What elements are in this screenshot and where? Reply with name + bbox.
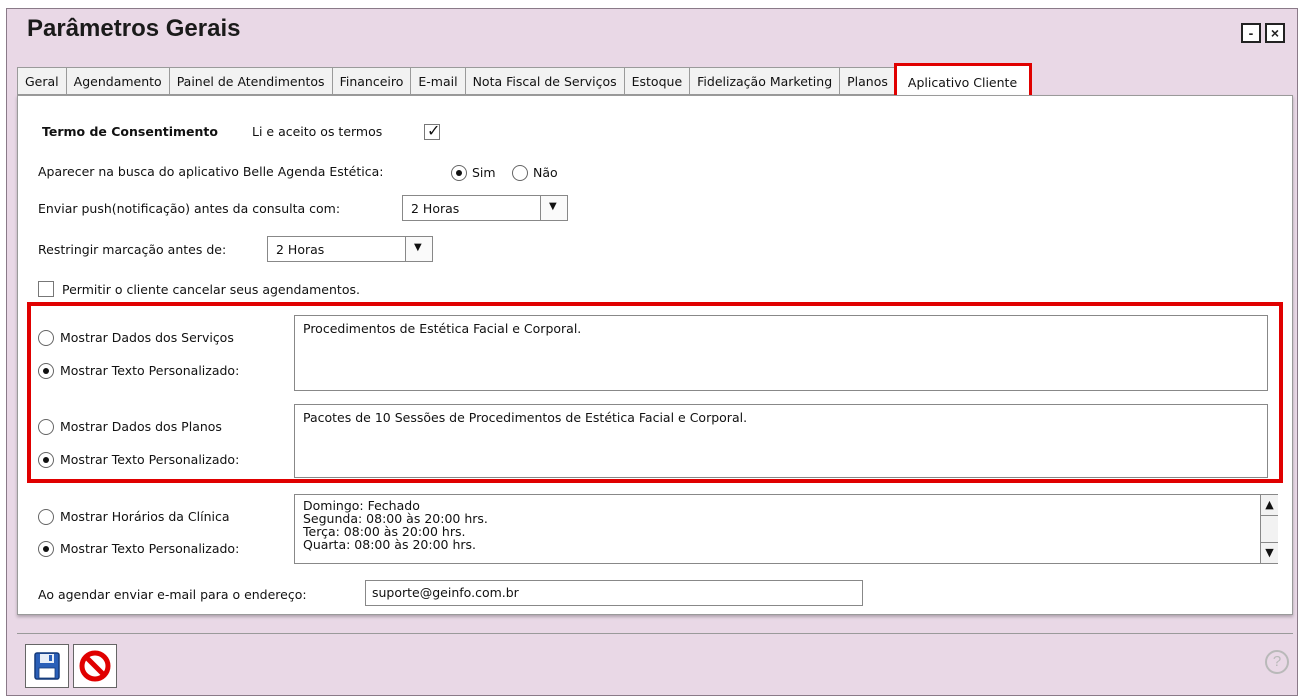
plans-custom-label: Mostrar Texto Personalizado: — [60, 452, 240, 467]
tab-geral[interactable]: Geral — [17, 67, 67, 95]
tab-aplicativo-cliente[interactable]: Aplicativo Cliente — [893, 63, 1033, 98]
window-title: Parâmetros Gerais — [27, 15, 241, 42]
parametros-gerais-window: Parâmetros Gerais - × Geral Agendamento … — [6, 8, 1298, 696]
consent-label: Li e aceito os termos — [252, 124, 383, 139]
search-visibility-label: Aparecer na busca do aplicativo Belle Ag… — [38, 164, 384, 179]
title-bar: Parâmetros Gerais - × — [7, 9, 1297, 49]
tab-nota-fiscal[interactable]: Nota Fiscal de Serviços — [465, 67, 625, 95]
scroll-up-icon[interactable]: ▲ — [1261, 495, 1278, 516]
services-custom-radio[interactable] — [38, 363, 54, 379]
tab-painel-atendimentos[interactable]: Painel de Atendimentos — [169, 67, 333, 95]
floppy-disk-icon — [34, 652, 60, 680]
services-custom-label: Mostrar Texto Personalizado: — [60, 363, 240, 378]
search-visibility-yes-radio[interactable] — [451, 165, 467, 181]
scroll-down-icon[interactable]: ▼ — [1261, 542, 1278, 563]
chevron-down-icon: ▼ — [549, 201, 557, 212]
cancel-button[interactable] — [73, 644, 117, 688]
close-button[interactable]: × — [1265, 23, 1285, 43]
minimize-button[interactable]: - — [1241, 23, 1261, 43]
bottom-toolbar: ? — [17, 633, 1293, 689]
aplicativo-cliente-panel: Termo de Consentimento Li e aceito os te… — [17, 95, 1293, 615]
consent-checkbox[interactable]: ✓ — [424, 121, 441, 140]
email-input[interactable]: suporte@geinfo.com.br — [365, 580, 863, 606]
allow-cancel-label: Permitir o cliente cancelar seus agendam… — [62, 282, 360, 297]
plans-text-area[interactable]: Pacotes de 10 Sessões de Procedimentos d… — [294, 404, 1268, 478]
hours-custom-label: Mostrar Texto Personalizado: — [60, 541, 240, 556]
push-select[interactable]: 2 Horas ▼ — [402, 195, 568, 221]
email-label: Ao agendar enviar e-mail para o endereço… — [38, 587, 307, 602]
restrict-select-arrow[interactable]: ▼ — [405, 237, 432, 261]
hours-text-area[interactable]: Domingo: Fechado Segunda: 08:00 às 20:00… — [294, 494, 1278, 564]
services-data-label: Mostrar Dados dos Serviços — [60, 330, 234, 345]
chevron-down-icon: ▼ — [414, 242, 422, 253]
hours-scrollbar[interactable]: ▲ ▼ — [1260, 495, 1278, 563]
consent-heading: Termo de Consentimento — [42, 124, 218, 139]
hours-data-label: Mostrar Horários da Clínica — [60, 509, 230, 524]
save-button[interactable] — [25, 644, 69, 688]
push-select-value: 2 Horas — [411, 201, 460, 216]
search-visibility-no-radio[interactable] — [512, 165, 528, 181]
restrict-label: Restringir marcação antes de: — [38, 242, 227, 257]
no-entry-icon — [79, 650, 111, 682]
check-icon: ✓ — [427, 121, 441, 140]
tab-planos[interactable]: Planos — [840, 67, 896, 95]
push-label: Enviar push(notificação) antes da consul… — [38, 201, 341, 216]
tab-agendamento[interactable]: Agendamento — [66, 67, 170, 95]
tab-estoque[interactable]: Estoque — [624, 67, 691, 95]
search-visibility-yes-label: Sim — [472, 165, 496, 180]
tab-financeiro[interactable]: Financeiro — [332, 67, 412, 95]
plans-data-label: Mostrar Dados dos Planos — [60, 419, 222, 434]
plans-data-radio[interactable] — [38, 419, 54, 435]
tab-bar: Geral Agendamento Painel de Atendimentos… — [17, 63, 1033, 98]
allow-cancel-checkbox[interactable] — [38, 281, 54, 297]
search-visibility-no-label: Não — [533, 165, 558, 180]
hours-data-radio[interactable] — [38, 509, 54, 525]
tab-email[interactable]: E-mail — [411, 67, 466, 95]
services-text-area[interactable]: Procedimentos de Estética Facial e Corpo… — [294, 315, 1268, 391]
restrict-select[interactable]: 2 Horas ▼ — [267, 236, 433, 262]
tab-fidelizacao-marketing[interactable]: Fidelização Marketing — [690, 67, 841, 95]
services-data-radio[interactable] — [38, 330, 54, 346]
plans-custom-radio[interactable] — [38, 452, 54, 468]
restrict-select-value: 2 Horas — [276, 242, 325, 257]
hours-custom-radio[interactable] — [38, 541, 54, 557]
help-icon[interactable]: ? — [1265, 650, 1289, 674]
push-select-arrow[interactable]: ▼ — [540, 196, 567, 220]
